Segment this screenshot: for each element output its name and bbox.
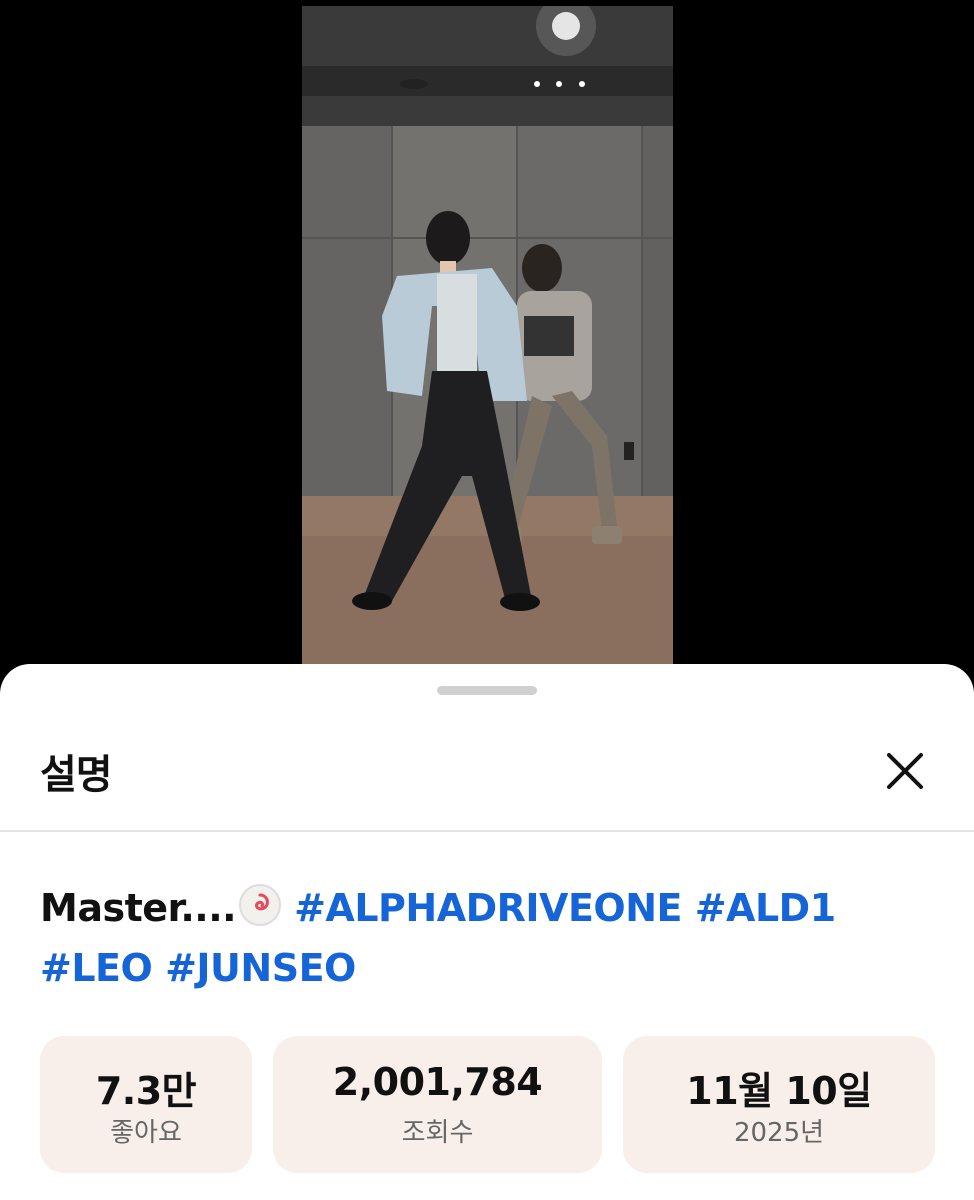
close-icon xyxy=(887,753,923,789)
views-stat-card: 2,001,784 조회수 xyxy=(273,1036,602,1173)
views-label: 조회수 xyxy=(401,1118,474,1148)
date-stat-card: 11월 10일 2025년 xyxy=(623,1036,935,1173)
hashtag-link[interactable]: #LEO xyxy=(40,946,153,990)
drag-handle[interactable] xyxy=(437,686,537,695)
upload-date: 11월 10일 xyxy=(686,1069,872,1113)
hashtag-link[interactable]: #ALPHADRIVEONE xyxy=(294,886,682,930)
sheet-title: 설명 xyxy=(40,752,113,798)
close-button[interactable] xyxy=(880,746,930,796)
dance-practice-video-image xyxy=(302,6,673,666)
views-count: 2,001,784 xyxy=(332,1060,543,1104)
hashtag-link[interactable]: #JUNSEO xyxy=(165,946,356,990)
likes-stat-card: 7.3만 좋아요 xyxy=(40,1036,252,1173)
video-description: Master.... #ALPHADRIVEONE #ALD1 #LEO #JU… xyxy=(40,878,940,998)
hashtag-link[interactable]: #ALD1 xyxy=(695,886,836,930)
fish-cake-emoji-icon xyxy=(239,884,282,926)
likes-label: 좋아요 xyxy=(110,1118,182,1148)
upload-year: 2025년 xyxy=(733,1118,825,1148)
divider xyxy=(0,830,974,832)
description-sheet: 설명 Master.... #ALPHADRIVEONE #ALD1 #LEO … xyxy=(0,664,974,1200)
likes-count: 7.3만 xyxy=(95,1069,197,1113)
description-text: Master.... xyxy=(40,886,237,930)
video-thumbnail[interactable] xyxy=(302,6,673,666)
video-player[interactable] xyxy=(0,0,974,700)
